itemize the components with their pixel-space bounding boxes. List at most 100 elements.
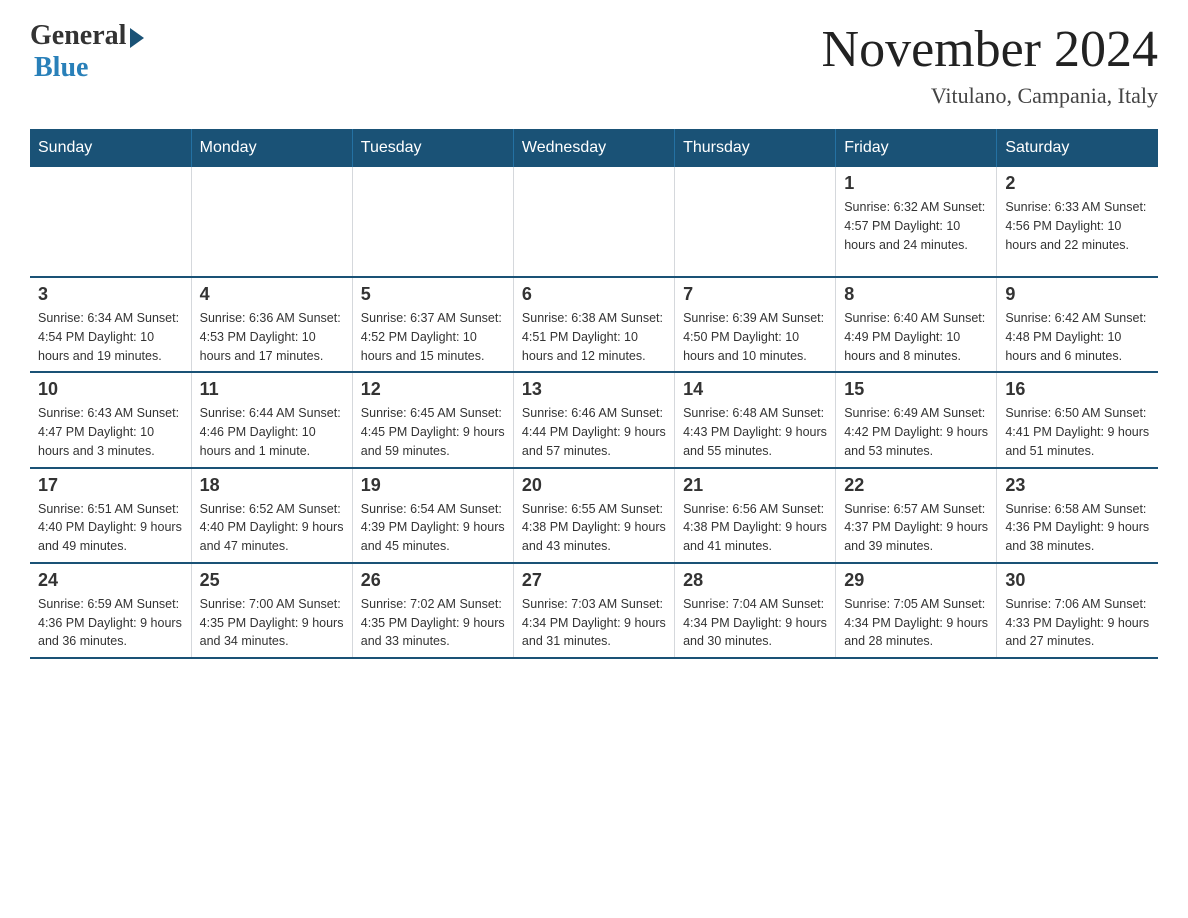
- day-number: 1: [844, 173, 988, 194]
- day-number: 5: [361, 284, 505, 305]
- day-number: 27: [522, 570, 666, 591]
- day-number: 29: [844, 570, 988, 591]
- calendar-table: SundayMondayTuesdayWednesdayThursdayFrid…: [30, 129, 1158, 659]
- logo-general-text: General: [30, 20, 126, 52]
- day-number: 28: [683, 570, 827, 591]
- day-info: Sunrise: 6:50 AM Sunset: 4:41 PM Dayligh…: [1005, 404, 1150, 460]
- header-day-monday: Monday: [191, 129, 352, 167]
- calendar-cell: 9Sunrise: 6:42 AM Sunset: 4:48 PM Daylig…: [997, 277, 1158, 372]
- calendar-week-row: 10 Sunrise: 6:43 AM Sunset: 4:47 PM Dayli…: [30, 372, 1158, 467]
- calendar-header-row: SundayMondayTuesdayWednesdayThursdayFrid…: [30, 129, 1158, 167]
- calendar-cell: 23 Sunrise: 6:58 AM Sunset: 4:36 PM Dayli…: [997, 468, 1158, 563]
- calendar-cell: 20 Sunrise: 6:55 AM Sunset: 4:38 PM Dayli…: [513, 468, 674, 563]
- day-number: 20: [522, 475, 666, 496]
- day-info: Sunrise: 6:32 AM Sunset: 4:57 PM Dayligh…: [844, 198, 988, 254]
- day-info: Sunrise: 6:38 AM Sunset: 4:51 PM Dayligh…: [522, 309, 666, 365]
- calendar-cell: [30, 167, 191, 277]
- calendar-cell: 11 Sunrise: 6:44 AM Sunset: 4:46 PM Dayli…: [191, 372, 352, 467]
- day-number: 11: [200, 379, 344, 400]
- day-info: Sunrise: 6:43 AM Sunset: 4:47 PM Dayligh…: [38, 404, 183, 460]
- calendar-cell: 21 Sunrise: 6:56 AM Sunset: 4:38 PM Dayli…: [675, 468, 836, 563]
- calendar-cell: 13Sunrise: 6:46 AM Sunset: 4:44 PM Dayli…: [513, 372, 674, 467]
- calendar-cell: 12 Sunrise: 6:45 AM Sunset: 4:45 PM Dayli…: [352, 372, 513, 467]
- title-block: November 2024 Vitulano, Campania, Italy: [822, 20, 1158, 109]
- day-info: Sunrise: 6:42 AM Sunset: 4:48 PM Dayligh…: [1005, 309, 1150, 365]
- calendar-cell: 2 Sunrise: 6:33 AM Sunset: 4:56 PM Daylig…: [997, 167, 1158, 277]
- day-info: Sunrise: 6:36 AM Sunset: 4:53 PM Dayligh…: [200, 309, 344, 365]
- calendar-cell: [513, 167, 674, 277]
- calendar-cell: 26Sunrise: 7:02 AM Sunset: 4:35 PM Dayli…: [352, 563, 513, 658]
- calendar-cell: 14Sunrise: 6:48 AM Sunset: 4:43 PM Dayli…: [675, 372, 836, 467]
- day-info: Sunrise: 6:56 AM Sunset: 4:38 PM Dayligh…: [683, 500, 827, 556]
- day-info: Sunrise: 6:33 AM Sunset: 4:56 PM Dayligh…: [1005, 198, 1150, 254]
- day-number: 25: [200, 570, 344, 591]
- calendar-week-row: 1 Sunrise: 6:32 AM Sunset: 4:57 PM Daylig…: [30, 167, 1158, 277]
- calendar-cell: 16 Sunrise: 6:50 AM Sunset: 4:41 PM Dayli…: [997, 372, 1158, 467]
- day-number: 6: [522, 284, 666, 305]
- calendar-week-row: 24Sunrise: 6:59 AM Sunset: 4:36 PM Dayli…: [30, 563, 1158, 658]
- calendar-cell: 8Sunrise: 6:40 AM Sunset: 4:49 PM Daylig…: [836, 277, 997, 372]
- calendar-cell: 27 Sunrise: 7:03 AM Sunset: 4:34 PM Dayli…: [513, 563, 674, 658]
- day-info: Sunrise: 6:37 AM Sunset: 4:52 PM Dayligh…: [361, 309, 505, 365]
- day-info: Sunrise: 7:00 AM Sunset: 4:35 PM Dayligh…: [200, 595, 344, 651]
- day-info: Sunrise: 6:54 AM Sunset: 4:39 PM Dayligh…: [361, 500, 505, 556]
- calendar-cell: 29 Sunrise: 7:05 AM Sunset: 4:34 PM Dayli…: [836, 563, 997, 658]
- calendar-cell: [675, 167, 836, 277]
- logo-arrow-icon: [130, 28, 144, 48]
- calendar-cell: 24Sunrise: 6:59 AM Sunset: 4:36 PM Dayli…: [30, 563, 191, 658]
- calendar-week-row: 17Sunrise: 6:51 AM Sunset: 4:40 PM Dayli…: [30, 468, 1158, 563]
- day-number: 4: [200, 284, 344, 305]
- header-day-tuesday: Tuesday: [352, 129, 513, 167]
- calendar-week-row: 3Sunrise: 6:34 AM Sunset: 4:54 PM Daylig…: [30, 277, 1158, 372]
- calendar-cell: 19 Sunrise: 6:54 AM Sunset: 4:39 PM Dayli…: [352, 468, 513, 563]
- day-number: 21: [683, 475, 827, 496]
- day-number: 3: [38, 284, 183, 305]
- calendar-cell: 17Sunrise: 6:51 AM Sunset: 4:40 PM Dayli…: [30, 468, 191, 563]
- day-number: 19: [361, 475, 505, 496]
- calendar-cell: 18Sunrise: 6:52 AM Sunset: 4:40 PM Dayli…: [191, 468, 352, 563]
- day-info: Sunrise: 7:03 AM Sunset: 4:34 PM Dayligh…: [522, 595, 666, 651]
- day-info: Sunrise: 6:48 AM Sunset: 4:43 PM Dayligh…: [683, 404, 827, 460]
- calendar-cell: 22Sunrise: 6:57 AM Sunset: 4:37 PM Dayli…: [836, 468, 997, 563]
- calendar-cell: 5 Sunrise: 6:37 AM Sunset: 4:52 PM Daylig…: [352, 277, 513, 372]
- calendar-cell: [352, 167, 513, 277]
- calendar-cell: 4 Sunrise: 6:36 AM Sunset: 4:53 PM Daylig…: [191, 277, 352, 372]
- day-number: 16: [1005, 379, 1150, 400]
- day-info: Sunrise: 7:04 AM Sunset: 4:34 PM Dayligh…: [683, 595, 827, 651]
- day-info: Sunrise: 6:55 AM Sunset: 4:38 PM Dayligh…: [522, 500, 666, 556]
- header-day-friday: Friday: [836, 129, 997, 167]
- day-info: Sunrise: 6:45 AM Sunset: 4:45 PM Dayligh…: [361, 404, 505, 460]
- calendar-cell: [191, 167, 352, 277]
- day-info: Sunrise: 6:58 AM Sunset: 4:36 PM Dayligh…: [1005, 500, 1150, 556]
- day-number: 10: [38, 379, 183, 400]
- header-day-thursday: Thursday: [675, 129, 836, 167]
- day-info: Sunrise: 6:57 AM Sunset: 4:37 PM Dayligh…: [844, 500, 988, 556]
- day-number: 15: [844, 379, 988, 400]
- calendar-cell: 3Sunrise: 6:34 AM Sunset: 4:54 PM Daylig…: [30, 277, 191, 372]
- day-info: Sunrise: 7:06 AM Sunset: 4:33 PM Dayligh…: [1005, 595, 1150, 651]
- day-info: Sunrise: 6:44 AM Sunset: 4:46 PM Dayligh…: [200, 404, 344, 460]
- day-number: 13: [522, 379, 666, 400]
- day-number: 26: [361, 570, 505, 591]
- day-number: 23: [1005, 475, 1150, 496]
- calendar-cell: 30 Sunrise: 7:06 AM Sunset: 4:33 PM Dayli…: [997, 563, 1158, 658]
- calendar-cell: 1 Sunrise: 6:32 AM Sunset: 4:57 PM Daylig…: [836, 167, 997, 277]
- page-header: General Blue November 2024 Vitulano, Cam…: [30, 20, 1158, 109]
- calendar-cell: 6 Sunrise: 6:38 AM Sunset: 4:51 PM Daylig…: [513, 277, 674, 372]
- day-info: Sunrise: 6:39 AM Sunset: 4:50 PM Dayligh…: [683, 309, 827, 365]
- day-number: 7: [683, 284, 827, 305]
- calendar-cell: 7 Sunrise: 6:39 AM Sunset: 4:50 PM Daylig…: [675, 277, 836, 372]
- header-day-wednesday: Wednesday: [513, 129, 674, 167]
- day-number: 30: [1005, 570, 1150, 591]
- day-info: Sunrise: 6:40 AM Sunset: 4:49 PM Dayligh…: [844, 309, 988, 365]
- day-info: Sunrise: 6:51 AM Sunset: 4:40 PM Dayligh…: [38, 500, 183, 556]
- day-number: 2: [1005, 173, 1150, 194]
- day-number: 12: [361, 379, 505, 400]
- calendar-cell: 10 Sunrise: 6:43 AM Sunset: 4:47 PM Dayli…: [30, 372, 191, 467]
- day-info: Sunrise: 6:52 AM Sunset: 4:40 PM Dayligh…: [200, 500, 344, 556]
- day-info: Sunrise: 7:05 AM Sunset: 4:34 PM Dayligh…: [844, 595, 988, 651]
- logo: General Blue: [30, 20, 144, 84]
- header-day-sunday: Sunday: [30, 129, 191, 167]
- day-info: Sunrise: 6:49 AM Sunset: 4:42 PM Dayligh…: [844, 404, 988, 460]
- day-info: Sunrise: 6:59 AM Sunset: 4:36 PM Dayligh…: [38, 595, 183, 651]
